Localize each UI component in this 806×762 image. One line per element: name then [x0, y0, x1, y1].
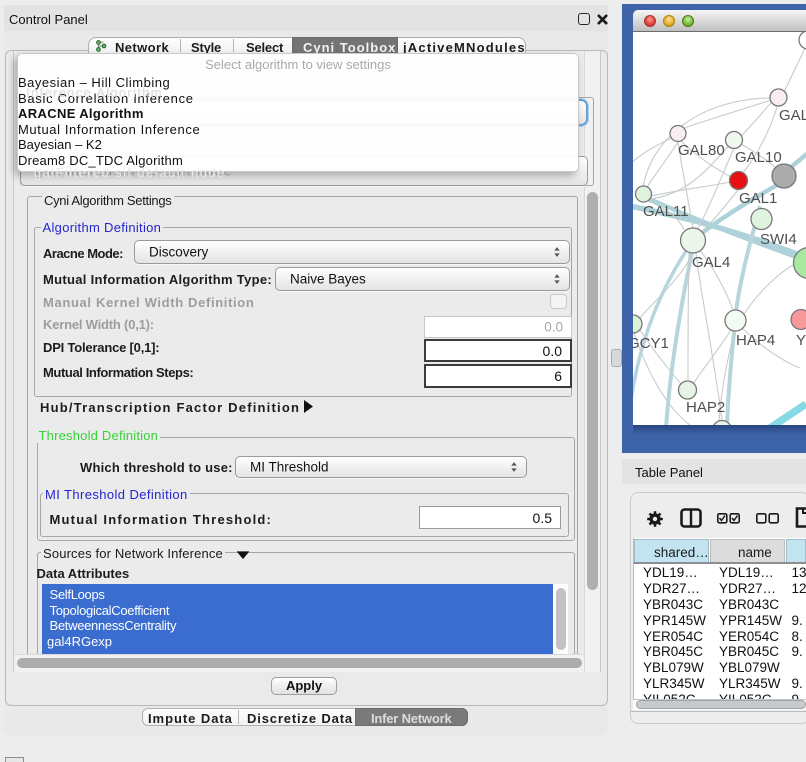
svg-text:GAL10: GAL10 [735, 149, 782, 166]
svg-text:Y: Y [796, 332, 806, 349]
svg-text:GAL11: GAL11 [643, 203, 689, 220]
svg-text:GAL80: GAL80 [678, 142, 725, 159]
svg-text:GAL: GAL [779, 107, 806, 124]
svg-text:GAL1: GAL1 [739, 190, 777, 207]
svg-text:HAP4: HAP4 [736, 332, 775, 349]
svg-text:HAP2: HAP2 [686, 399, 725, 416]
svg-text:GCY1: GCY1 [633, 335, 669, 352]
svg-text:SWI4: SWI4 [760, 231, 797, 248]
svg-text:GAL4: GAL4 [692, 254, 730, 271]
